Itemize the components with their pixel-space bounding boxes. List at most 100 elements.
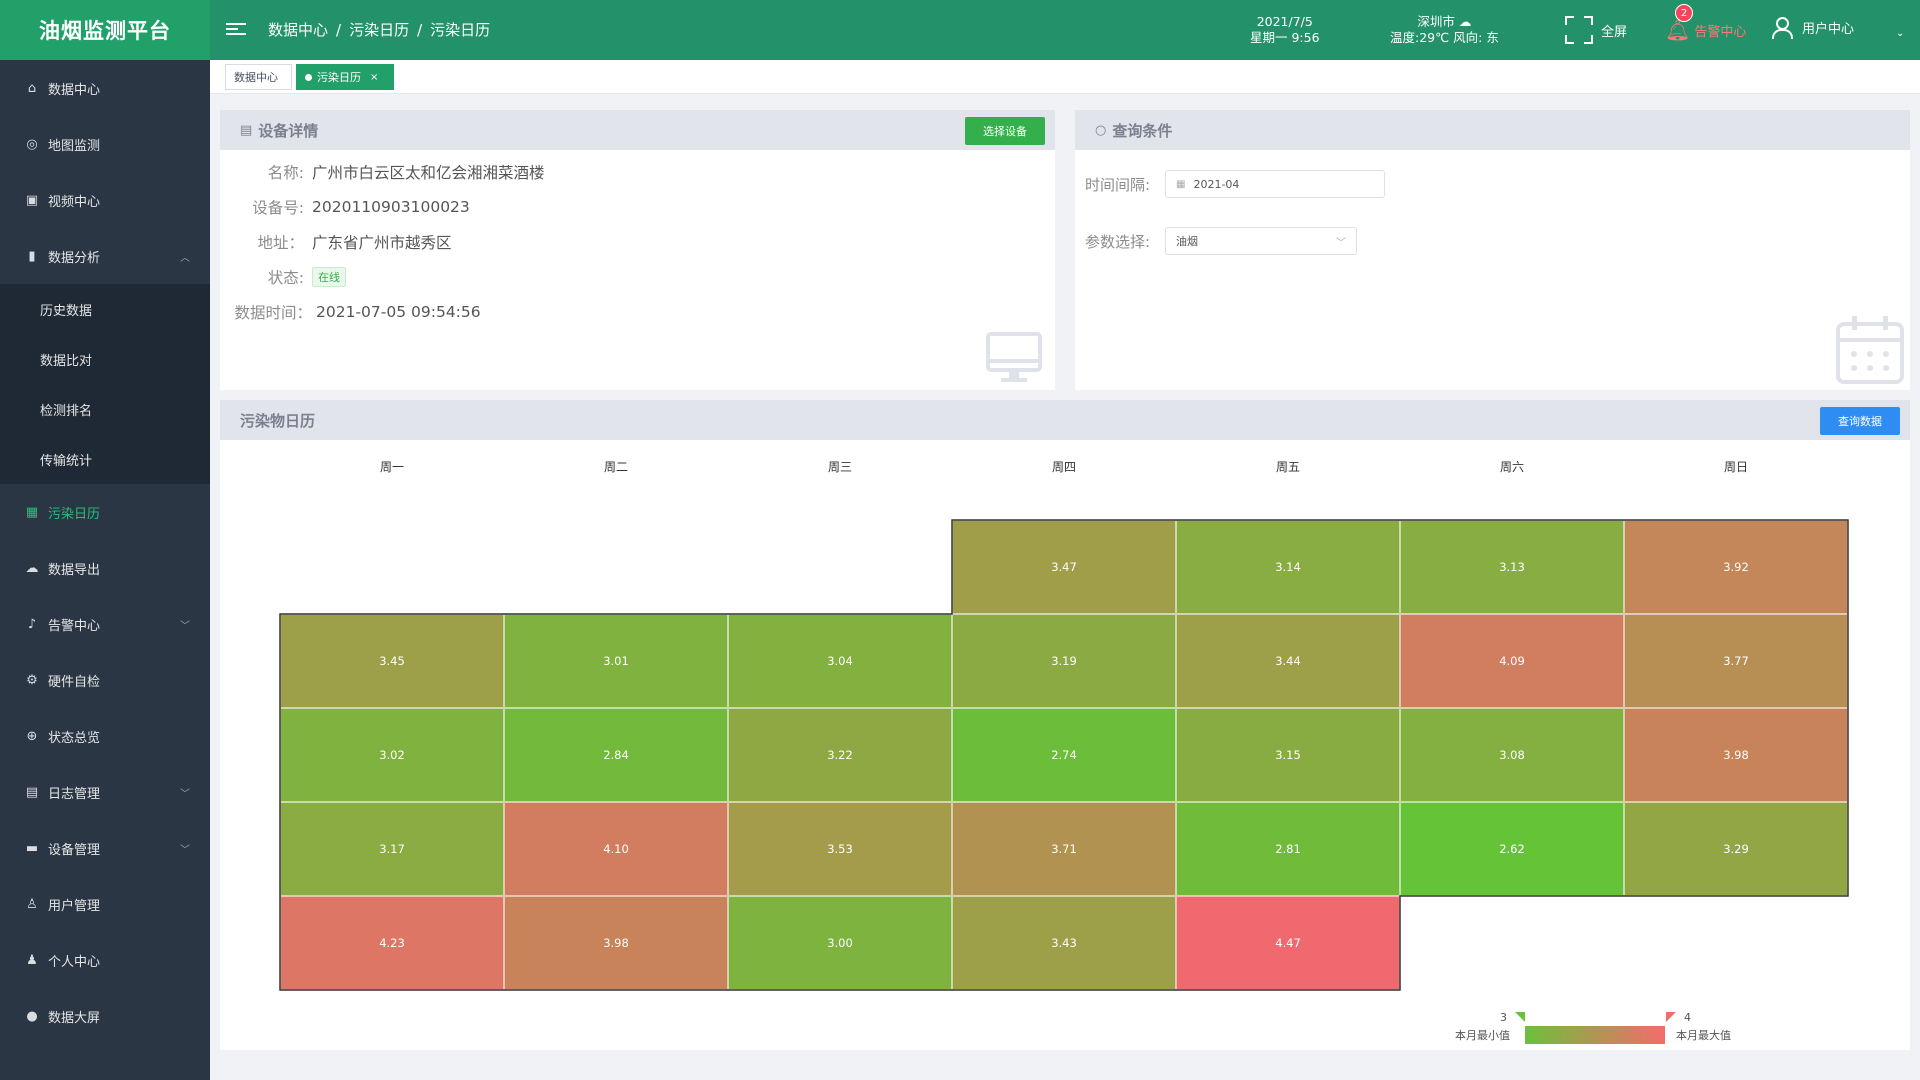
calendar-day-cell[interactable]: 3.01 bbox=[504, 614, 728, 708]
calendar-day-cell[interactable]: 3.04 bbox=[728, 614, 952, 708]
breadcrumb-item[interactable]: 污染日历 bbox=[349, 21, 409, 39]
calendar-day-cell[interactable]: 3.17 bbox=[280, 802, 504, 896]
weekday-label: 周四 bbox=[1051, 460, 1076, 474]
chevron-down-icon: ﹀ bbox=[180, 620, 190, 632]
calendar-day-cell[interactable]: 3.77 bbox=[1624, 614, 1848, 708]
calendar-day-cell[interactable]: 3.02 bbox=[280, 708, 504, 802]
sidebar-item-device-management[interactable]: ▬ 设备管理 ﹀ bbox=[0, 820, 210, 876]
calendar-icon: ▦ bbox=[25, 504, 39, 520]
panel-title: 查询条件 bbox=[1112, 121, 1173, 140]
chevron-down-icon: ﹀ bbox=[180, 844, 190, 856]
calendar-large-icon bbox=[1836, 316, 1904, 384]
calendar-day-cell[interactable]: 3.08 bbox=[1400, 708, 1624, 802]
sidebar-item-pollution-calendar[interactable]: ▦ 污染日历 bbox=[0, 484, 210, 540]
calendar-day-cell[interactable]: 2.62 bbox=[1400, 802, 1624, 896]
calendar-day-cell[interactable]: 3.92 bbox=[1624, 520, 1848, 614]
calendar-day-cell[interactable]: 4.09 bbox=[1400, 614, 1624, 708]
home-icon: ⌂ bbox=[27, 80, 37, 96]
calendar-day-cell[interactable]: 3.13 bbox=[1400, 520, 1624, 614]
sidebar-subitem-ranking[interactable]: 检测排名 bbox=[0, 384, 210, 434]
sidebar-item-status-overview[interactable]: ⊕ 状态总览 bbox=[0, 708, 210, 764]
calendar-day-cell[interactable]: 3.98 bbox=[504, 896, 728, 990]
legend-max-label: 本月最大值 bbox=[1676, 1029, 1731, 1042]
calendar-day-cell[interactable]: 4.10 bbox=[504, 802, 728, 896]
fullscreen-icon bbox=[1565, 16, 1593, 44]
sidebar-item-data-export[interactable]: ☁ 数据导出 bbox=[0, 540, 210, 596]
calendar-day-cell[interactable]: 3.19 bbox=[952, 614, 1176, 708]
sidebar-subitem-history[interactable]: 历史数据 bbox=[0, 284, 210, 334]
breadcrumb-item[interactable]: 数据中心 bbox=[268, 21, 328, 39]
tab-pollution-calendar[interactable]: 污染日历 × bbox=[296, 64, 394, 90]
menu-toggle-icon[interactable] bbox=[226, 20, 246, 40]
breadcrumb-item: 污染日历 bbox=[430, 21, 491, 39]
calendar-day-cell[interactable]: 3.47 bbox=[952, 520, 1176, 614]
calendar-day-cell[interactable]: 2.84 bbox=[504, 708, 728, 802]
sidebar-item-data-center[interactable]: ⌂ 数据中心 bbox=[0, 60, 210, 116]
sidebar-item-alarm-center[interactable]: ♪ 告警中心 ﹀ bbox=[0, 596, 210, 652]
sidebar: ⌂ 数据中心 ◎ 地图监测 ▣ 视频中心 ▮ 数据分析 ︿ 历史数据 数据比对 检测排名 … bbox=[0, 60, 210, 1080]
sidebar-item-log-management[interactable]: ▤ 日志管理 ﹀ bbox=[0, 764, 210, 820]
param-row: 参数选择: 油烟 ﹀ bbox=[1085, 227, 1357, 255]
status-badge: 在线 bbox=[312, 267, 346, 287]
legend-gradient[interactable] bbox=[1525, 1026, 1665, 1044]
max-marker-icon bbox=[1666, 1012, 1676, 1022]
sidebar-subitem-compare[interactable]: 数据比对 bbox=[0, 334, 210, 384]
interval-row: 时间间隔: ▦ 2021-04 bbox=[1085, 170, 1385, 198]
calendar-day-cell[interactable]: 4.23 bbox=[280, 896, 504, 990]
calendar-day-cell[interactable]: 3.53 bbox=[728, 802, 952, 896]
target-icon: ⊕ bbox=[26, 728, 38, 744]
device-id: 2020110903100023 bbox=[312, 198, 470, 216]
calendar-day-cell[interactable]: 4.47 bbox=[1176, 896, 1400, 990]
data-analysis-submenu: 历史数据 数据比对 检测排名 传输统计 bbox=[0, 284, 210, 484]
device-details-panel: ▤ 设备详情 选择设备 名称: 广州市白云区太和亿会湘湘菜酒楼 设备号: 202… bbox=[220, 110, 1055, 390]
person-icon: ♟ bbox=[26, 952, 38, 968]
param-select[interactable]: 油烟 ﹀ bbox=[1165, 227, 1357, 255]
device-name: 广州市白云区太和亿会湘湘菜酒楼 bbox=[312, 164, 545, 182]
city-text: 深圳市 bbox=[1417, 14, 1455, 29]
cloud-upload-icon: ☁ bbox=[25, 560, 39, 576]
tab-data-center[interactable]: 数据中心 bbox=[225, 64, 292, 90]
date-time-display: 2021/7/5 星期一 9:56 bbox=[1250, 14, 1320, 46]
legend-max-value: 4 bbox=[1684, 1011, 1691, 1024]
user-center-button[interactable]: 用户中心 ⌄ bbox=[1770, 16, 1904, 39]
alarm-center-button[interactable]: 🔔︎ 2 告警中心 bbox=[1665, 4, 1746, 42]
month-picker[interactable]: ▦ 2021-04 bbox=[1165, 170, 1385, 198]
calendar-day-cell[interactable]: 3.71 bbox=[952, 802, 1176, 896]
sidebar-item-hardware-check[interactable]: ⚙ 硬件自检 bbox=[0, 652, 210, 708]
panel-header: ▤ 设备详情 bbox=[220, 110, 1055, 150]
weekday-time-text: 星期一 9:56 bbox=[1250, 30, 1320, 45]
calendar-day-cell[interactable]: 3.98 bbox=[1624, 708, 1848, 802]
calendar-day-cell[interactable]: 3.45 bbox=[280, 614, 504, 708]
legend-min-label: 本月最小值 bbox=[1455, 1029, 1510, 1042]
calendar-day-cell[interactable]: 3.00 bbox=[728, 896, 952, 990]
close-icon[interactable]: × bbox=[370, 72, 378, 83]
calendar-day-cell[interactable]: 2.81 bbox=[1176, 802, 1400, 896]
sidebar-item-map-monitor[interactable]: ◎ 地图监测 bbox=[0, 116, 210, 172]
device-id-row: 设备号: 2020110903100023 bbox=[252, 198, 470, 217]
calendar-day-cell[interactable]: 3.22 bbox=[728, 708, 952, 802]
sidebar-item-data-analysis[interactable]: ▮ 数据分析 ︿ bbox=[0, 228, 210, 284]
fullscreen-label: 全屏 bbox=[1601, 24, 1628, 40]
calendar-day-cell[interactable]: 3.15 bbox=[1176, 708, 1400, 802]
weekday-label: 周日 bbox=[1723, 460, 1748, 474]
top-header: 数据中心 / 污染日历 / 污染日历 2021/7/5 星期一 9:56 深圳市 ☁ 温… bbox=[210, 0, 1920, 60]
document-icon: ▤ bbox=[240, 122, 253, 138]
select-device-button[interactable]: 选择设备 bbox=[965, 117, 1045, 145]
fullscreen-button[interactable]: 全屏 bbox=[1565, 16, 1627, 44]
calendar-day-cell[interactable]: 2.74 bbox=[952, 708, 1176, 802]
device-address: 广东省广州市越秀区 bbox=[312, 234, 452, 252]
sidebar-subitem-transfer[interactable]: 传输统计 bbox=[0, 434, 210, 484]
calendar-day-cell[interactable]: 3.43 bbox=[952, 896, 1176, 990]
date-text: 2021/7/5 bbox=[1256, 14, 1313, 29]
calendar-day-cell[interactable]: 3.44 bbox=[1176, 614, 1400, 708]
weekday-label: 周一 bbox=[379, 460, 404, 474]
panel-title: 设备详情 bbox=[258, 121, 319, 140]
sidebar-item-video-center[interactable]: ▣ 视频中心 bbox=[0, 172, 210, 228]
query-data-button[interactable]: 查询数据 bbox=[1820, 407, 1900, 435]
sidebar-item-personal-center[interactable]: ♟ 个人中心 bbox=[0, 932, 210, 988]
sidebar-item-big-screen[interactable]: ● 数据大屏 bbox=[0, 988, 210, 1044]
search-icon: ○ bbox=[1095, 122, 1107, 138]
sidebar-item-user-management[interactable]: ♙ 用户管理 bbox=[0, 876, 210, 932]
calendar-day-cell[interactable]: 3.29 bbox=[1624, 802, 1848, 896]
calendar-day-cell[interactable]: 3.14 bbox=[1176, 520, 1400, 614]
